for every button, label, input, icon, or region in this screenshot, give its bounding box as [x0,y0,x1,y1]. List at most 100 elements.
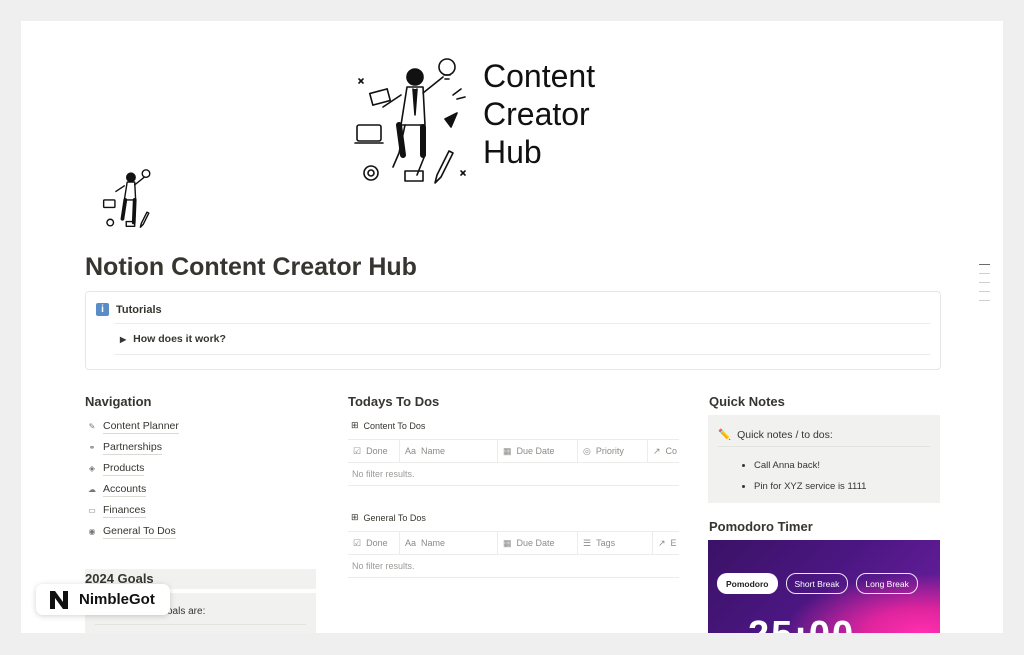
products-icon: ◈ [88,464,96,473]
column-header-priority[interactable]: ◎ Priority [578,440,648,462]
page-icon[interactable] [95,167,165,231]
nav-item-label: General To Dos [103,524,176,539]
column-label: Name [421,538,446,548]
nav-item-label: Finances [103,503,146,518]
nav-item-finances[interactable]: ▭ Finances [87,500,179,521]
nav-item-label: Products [103,461,145,476]
list-icon: ☰ [583,537,592,548]
quick-notes-callout: ✏️ Quick notes / to dos: Call Anna back! … [708,415,940,503]
column-label: Due Date [516,538,555,548]
partnerships-icon: ⚭ [88,443,96,452]
column-header-done[interactable]: ☑ Done [348,532,400,554]
checkbox-icon: ☑ [353,537,362,548]
pencil-icon: ✏️ [718,429,732,441]
toc-line[interactable] [979,273,990,274]
nimblegot-badge: NimbleGot [36,584,170,615]
nav-item-accounts[interactable]: ☁ Accounts [87,479,179,500]
nav-item-label: Accounts [103,482,147,497]
content-planner-icon: ✎ [88,422,96,431]
column-header-name[interactable]: Aa Name [400,440,498,462]
general-todos-title[interactable]: ⊞ General To Dos [351,512,426,523]
column-header-name[interactable]: Aa Name [400,532,498,554]
tab-pomodoro[interactable]: Pomodoro [717,573,778,594]
notion-page: Content Creator Hub Notion Content Creat… [21,21,1003,633]
nav-item-products[interactable]: ◈ Products [87,458,179,479]
nav-item-label: Partnerships [103,440,162,455]
list-item: Pin for XYZ service is 1111 [754,476,866,497]
column-label: Name [421,446,446,456]
content-todos-table: ☑ Done Aa Name ▦ Due Date ◎ Priority ↗ Co No … [348,439,679,486]
table-of-contents[interactable] [979,264,990,309]
page-title: Notion Content Creator Hub [85,253,417,281]
tab-short-break[interactable]: Short Break [785,573,849,594]
column-label: Priority [595,446,624,456]
text-icon: Aa [405,446,417,456]
column-label: Done [366,446,388,456]
quick-notes-callout-head: ✏️ Quick notes / to dos: [718,428,833,441]
column-label: Due Date [516,446,555,456]
nav-item-content-planner[interactable]: ✎ Content Planner [87,416,179,437]
cover-title-line: Hub [483,134,542,170]
toc-line[interactable] [979,291,990,292]
column-label: E [670,538,677,548]
column-header-tags[interactable]: ☰ Tags [578,532,653,554]
calendar-icon: ▦ [503,445,512,456]
nav-item-partnerships[interactable]: ⚭ Partnerships [87,437,179,458]
pomodoro-tabs: Pomodoro Short Break Long Break [717,573,918,594]
toc-line[interactable] [979,264,990,265]
pomodoro-heading: Pomodoro Timer [709,519,813,534]
column-header-due-date[interactable]: ▦ Due Date [498,440,578,462]
column-header-due-date[interactable]: ▦ Due Date [498,532,578,554]
cover-title-line: Content [483,58,596,94]
divider [95,624,306,625]
pomodoro-time: 25:00 [748,614,855,633]
table-icon: ⊞ [351,512,359,522]
divider [718,446,930,447]
column-label: Tags [596,538,616,548]
empty-state: No filter results. [348,463,679,486]
column-header-co[interactable]: ↗ Co [648,440,679,462]
quick-notes-callout-text: Quick notes / to dos: [737,429,833,441]
navigation-list: ✎ Content Planner ⚭ Partnerships ◈ Produ… [87,416,179,542]
relation-arrow-icon: ↗ [658,537,666,548]
general-todos-icon: ◉ [88,527,96,536]
cover-title-line: Creator [483,96,590,132]
content-todos-title[interactable]: ⊞ Content To Dos [351,420,425,431]
tutorials-heading: Tutorials [116,304,162,316]
divider [114,354,930,355]
badge-name: NimbleGot [79,591,155,608]
divider [114,323,930,324]
cover-illustration [354,58,466,184]
checkbox-icon: ☑ [353,445,362,456]
list-item: Call Anna back! [754,455,866,476]
quick-notes-list: Call Anna back! Pin for XYZ service is 1… [740,455,866,497]
nav-item-general-todos[interactable]: ◉ General To Dos [87,521,179,542]
column-label: Done [366,538,388,548]
status-icon: ◎ [583,445,591,456]
how-it-works-toggle[interactable]: ▶ How does it work? [120,333,226,345]
toc-line[interactable] [979,282,990,283]
accounts-icon: ☁ [88,485,96,494]
tab-long-break[interactable]: Long Break [856,573,918,594]
cover-title: Content Creator Hub [483,57,595,171]
column-header-e[interactable]: ↗ E [653,532,679,554]
triangle-right-icon[interactable]: ▶ [120,335,126,344]
general-todos-table: ☑ Done Aa Name ▦ Due Date ☰ Tags ↗ E No filte… [348,531,679,578]
nav-item-label: Content Planner [103,419,179,434]
toc-line[interactable] [979,300,990,301]
table-icon: ⊞ [351,420,359,430]
toggle-label: How does it work? [133,333,226,345]
calendar-icon: ▦ [503,537,512,548]
column-header-done[interactable]: ☑ Done [348,440,400,462]
pomodoro-widget: Pomodoro Short Break Long Break 25:00 [708,540,940,633]
column-label: Co [665,446,678,456]
empty-state: No filter results. [348,555,679,578]
table-header-row: ☑ Done Aa Name ▦ Due Date ◎ Priority ↗ Co [348,440,679,463]
table-header-row: ☑ Done Aa Name ▦ Due Date ☰ Tags ↗ E [348,532,679,555]
content-todos-label: Content To Dos [363,420,426,431]
quick-notes-heading: Quick Notes [709,394,785,409]
nimblegot-logo-icon [50,590,68,609]
navigation-heading: Navigation [85,394,152,409]
todos-heading: Todays To Dos [348,394,440,409]
info-icon: i [96,303,109,316]
